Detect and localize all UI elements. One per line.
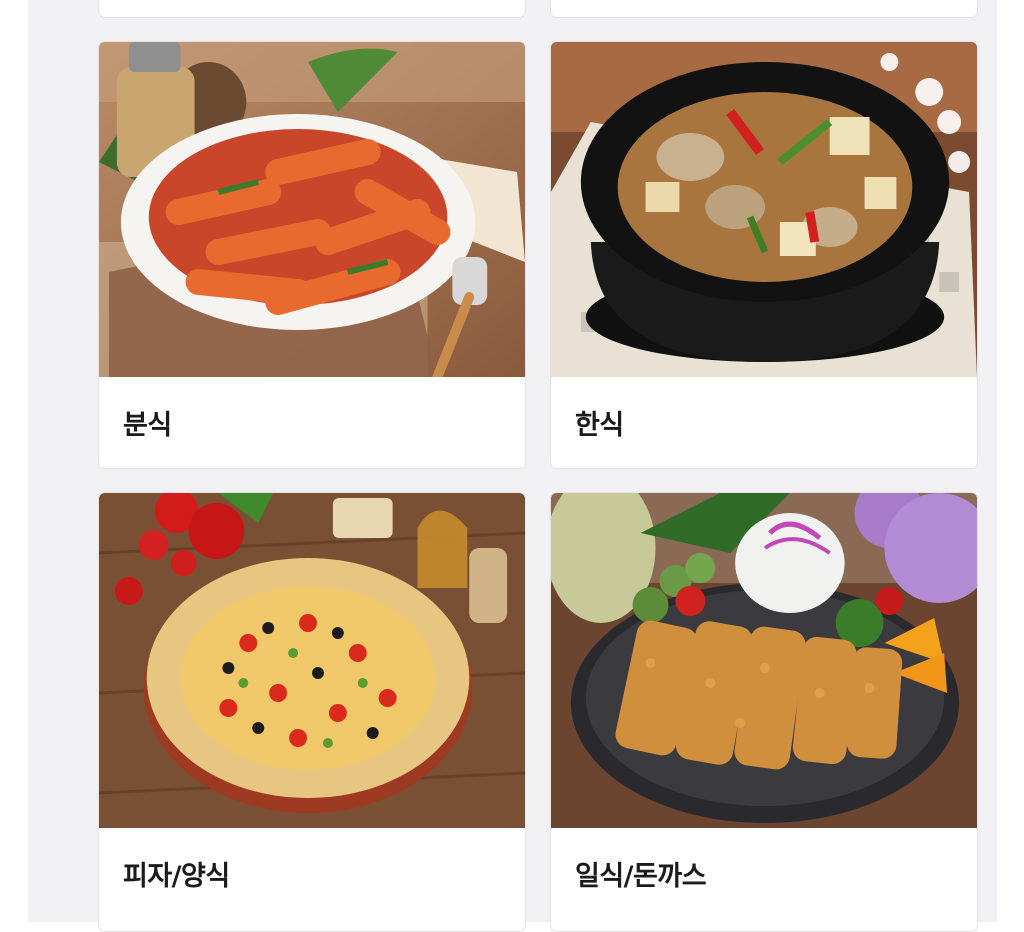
tonkatsu-image xyxy=(551,493,977,828)
category-card-bunsik[interactable]: 분식 xyxy=(98,41,526,469)
category-grid: 분식 한식 피자/양식 일식/돈까스 xyxy=(28,0,997,932)
category-card-hansik[interactable]: 한식 xyxy=(550,41,978,469)
category-label: 분식 xyxy=(123,409,172,441)
category-label: 한식 xyxy=(575,409,624,441)
category-card-japanese[interactable]: 일식/돈까스 xyxy=(550,492,978,932)
category-label: 일식/돈까스 xyxy=(575,860,707,892)
pizza-image xyxy=(99,493,525,828)
category-label: 피자/양식 xyxy=(123,860,230,892)
category-card-pizza[interactable]: 피자/양식 xyxy=(98,492,526,932)
category-card-partial[interactable] xyxy=(98,0,526,18)
tteokbokki-image xyxy=(99,42,525,377)
stew-pot-image xyxy=(551,42,977,377)
category-card-partial[interactable] xyxy=(550,0,978,18)
